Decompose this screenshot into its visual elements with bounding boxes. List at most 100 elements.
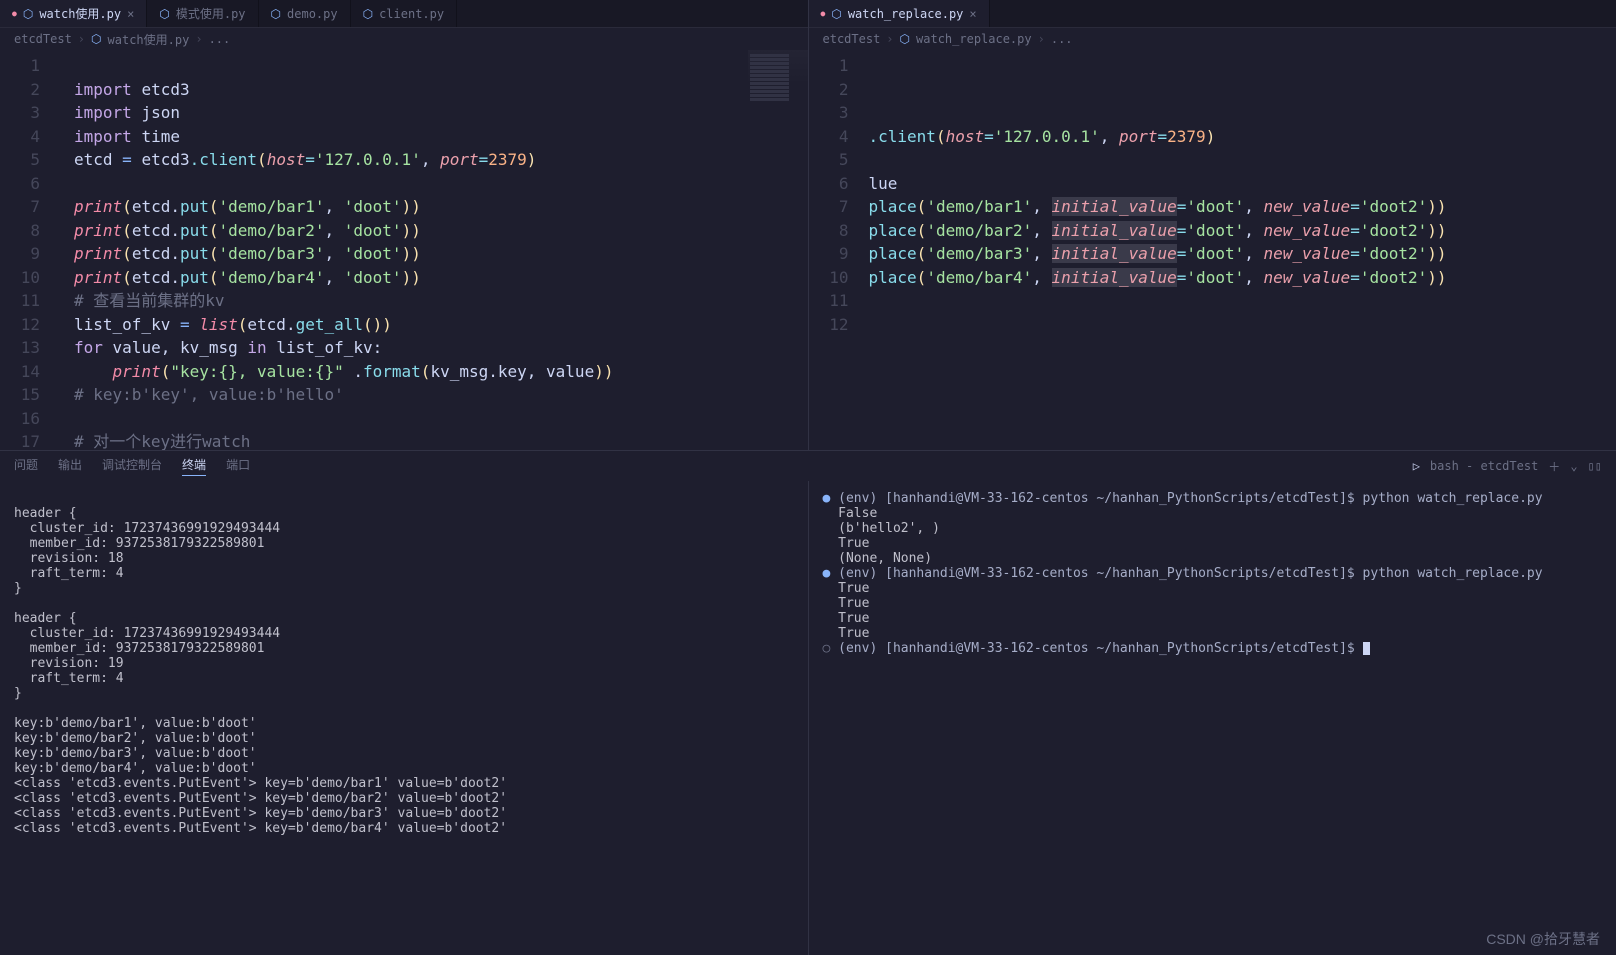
terminal-left[interactable]: header { cluster_id: 1723743699192949344… xyxy=(0,481,809,955)
module: time xyxy=(141,127,180,146)
tab-watch-py[interactable]: ● ⬡ watch使用.py × xyxy=(0,0,147,27)
tab-label: demo.py xyxy=(287,7,338,21)
string: 'doot2' xyxy=(1360,244,1427,263)
paren: ()) xyxy=(363,315,392,334)
builtin: print xyxy=(74,197,122,216)
kwarg: port xyxy=(440,150,479,169)
string: 'demo/bar3' xyxy=(926,244,1032,263)
eq: = xyxy=(1350,268,1360,287)
breadcrumb-left[interactable]: etcdTest › ⬡ watch使用.py › ... xyxy=(0,28,808,50)
string: 'doot' xyxy=(1186,244,1244,263)
chevron-down-icon[interactable]: ⌄ xyxy=(1570,459,1577,473)
comma: , xyxy=(1100,127,1119,146)
chevron-right-icon: › xyxy=(78,32,85,46)
var: etcd xyxy=(132,221,171,240)
panel-tab-output[interactable]: 输出 xyxy=(58,456,82,476)
watermark: CSDN @拾牙慧者 xyxy=(1486,929,1600,949)
comma: , xyxy=(1244,197,1263,216)
comma: , xyxy=(1032,268,1051,287)
paren: )) xyxy=(1427,244,1446,263)
paren: )) xyxy=(402,244,421,263)
panel-tab-problems[interactable]: 问题 xyxy=(14,456,38,476)
module: etcd3 xyxy=(141,150,189,169)
string: 'doot' xyxy=(1186,197,1244,216)
method: put xyxy=(180,244,209,263)
chevron-right-icon: › xyxy=(1038,32,1045,46)
paren: )) xyxy=(1427,268,1446,287)
kwarg: host xyxy=(946,127,985,146)
method: put xyxy=(180,197,209,216)
tab-label: watch_replace.py xyxy=(848,7,964,21)
module: etcd3 xyxy=(141,80,189,99)
dot: . xyxy=(170,221,180,240)
split-terminal-icon[interactable]: ▯▯ xyxy=(1588,459,1602,473)
method: format xyxy=(363,362,421,381)
comment: # key:b'key', value:b'hello' xyxy=(74,385,344,404)
string: 'demo/bar4' xyxy=(219,268,325,287)
var: etcd xyxy=(132,244,171,263)
paren: ( xyxy=(122,221,132,240)
python-icon: ⬡ xyxy=(159,7,169,21)
builtin: print xyxy=(74,221,122,240)
python-icon: ⬡ xyxy=(23,7,33,21)
kw-import: import xyxy=(74,103,132,122)
tab-watch-replace-py[interactable]: ● ⬡ watch_replace.py × xyxy=(809,0,990,27)
kwarg: initial_value xyxy=(1052,197,1177,216)
chevron-right-icon: › xyxy=(886,32,893,46)
kwarg: new_value xyxy=(1263,244,1350,263)
panel-tab-ports[interactable]: 端口 xyxy=(226,456,250,476)
breadcrumb-right[interactable]: etcdTest › ⬡ watch_replace.py › ... xyxy=(809,28,1616,50)
code-area-left[interactable]: import etcd3 import json import time etc… xyxy=(74,50,808,501)
dot: . xyxy=(170,244,180,263)
kwarg: new_value xyxy=(1263,197,1350,216)
comma: , xyxy=(1244,221,1263,240)
chevron-right-icon: › xyxy=(195,32,202,46)
dot: . xyxy=(170,268,180,287)
string: 'demo/bar3' xyxy=(219,244,325,263)
string: 'doot2' xyxy=(1360,221,1427,240)
string: 'doot' xyxy=(344,197,402,216)
tab-demo-py[interactable]: ⬡ demo.py xyxy=(259,0,351,27)
breadcrumb-more: ... xyxy=(1051,32,1073,46)
terminal-right[interactable]: ● (env) [hanhandi@VM-33-162-centos ~/han… xyxy=(809,481,1616,955)
terminal-name[interactable]: bash - etcdTest xyxy=(1430,459,1538,473)
paren: ( xyxy=(257,150,267,169)
function: .client xyxy=(190,150,257,169)
builtin: print xyxy=(74,244,122,263)
new-terminal-icon[interactable]: ＋ xyxy=(1548,458,1560,475)
paren: )) xyxy=(1427,221,1446,240)
tab-bar-left: ● ⬡ watch使用.py × ⬡ 模式使用.py ⬡ demo.py ⬡ c… xyxy=(0,0,808,28)
line-gutter-left: 1234567891011121314151617 xyxy=(0,50,58,454)
string: 'doot' xyxy=(344,244,402,263)
paren: ( xyxy=(917,197,927,216)
eq: = xyxy=(1177,268,1187,287)
builtin: list xyxy=(199,315,238,334)
tab-other-1[interactable]: ⬡ 模式使用.py xyxy=(147,0,258,27)
comma: , xyxy=(325,197,344,216)
dot: . xyxy=(286,315,296,334)
paren: ( xyxy=(122,197,132,216)
kw-in: in xyxy=(247,338,266,357)
tab-label: watch使用.py xyxy=(39,5,121,22)
comma: , xyxy=(1032,244,1051,263)
method: put xyxy=(180,268,209,287)
panel-tab-debug[interactable]: 调试控制台 xyxy=(102,456,162,476)
paren: )) xyxy=(402,221,421,240)
paren: )) xyxy=(594,362,613,381)
close-icon[interactable]: × xyxy=(969,7,976,21)
paren: ( xyxy=(122,268,132,287)
tab-client-py[interactable]: ⬡ client.py xyxy=(351,0,458,27)
method: place xyxy=(869,244,917,263)
code-area-right[interactable]: .client(host='127.0.0.1', port=2379) lue… xyxy=(869,50,1616,313)
string: "key:{}, value:{}" xyxy=(170,362,343,381)
builtin: print xyxy=(74,268,122,287)
close-icon[interactable]: × xyxy=(127,7,134,21)
minimap[interactable] xyxy=(748,50,808,170)
paren: ( xyxy=(209,244,219,263)
paren: ) xyxy=(527,150,537,169)
panel-tab-terminal[interactable]: 终端 xyxy=(182,456,206,476)
eq: = xyxy=(1158,127,1168,146)
kwarg: host xyxy=(267,150,306,169)
python-icon: ⬡ xyxy=(831,7,841,21)
comma: , xyxy=(1244,268,1263,287)
